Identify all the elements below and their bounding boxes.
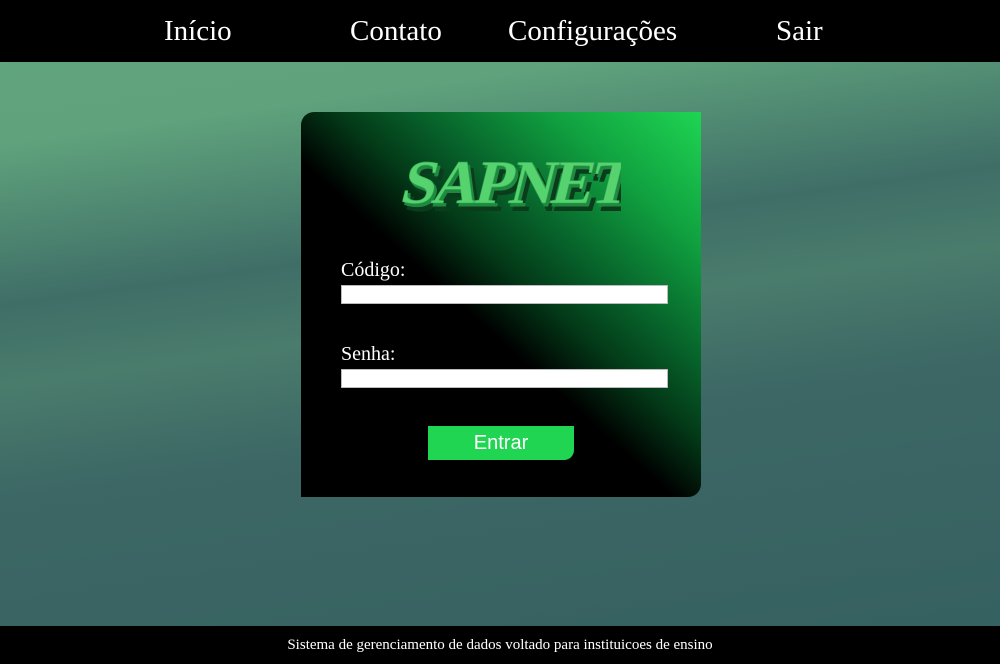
password-label: Senha: (341, 343, 396, 365)
password-input[interactable] (341, 369, 668, 388)
login-submit-button[interactable]: Entrar (428, 426, 574, 460)
code-label: Código: (341, 259, 406, 281)
footer-tagline: Sistema de gerenciamento de dados voltad… (287, 637, 713, 653)
top-nav-bar: Início Contato Configurações Sair (0, 0, 1000, 62)
nav-link-inicio[interactable]: Início (164, 13, 232, 49)
sapnet-logo-graphic: SAPNET SAPNET SAPNET (395, 148, 648, 225)
nav-link-sair[interactable]: Sair (776, 13, 823, 49)
logo-face-text: SAPNET (395, 148, 621, 217)
sapnet-logo: SAPNET SAPNET SAPNET (381, 142, 648, 225)
code-input[interactable] (341, 285, 668, 304)
nav-link-configuracoes[interactable]: Configurações (508, 13, 677, 49)
footer-bar: Sistema de gerenciamento de dados voltad… (0, 626, 1000, 664)
login-card: SAPNET SAPNET SAPNET Código: Senha: Entr… (301, 112, 701, 497)
nav-link-contato[interactable]: Contato (350, 13, 442, 49)
